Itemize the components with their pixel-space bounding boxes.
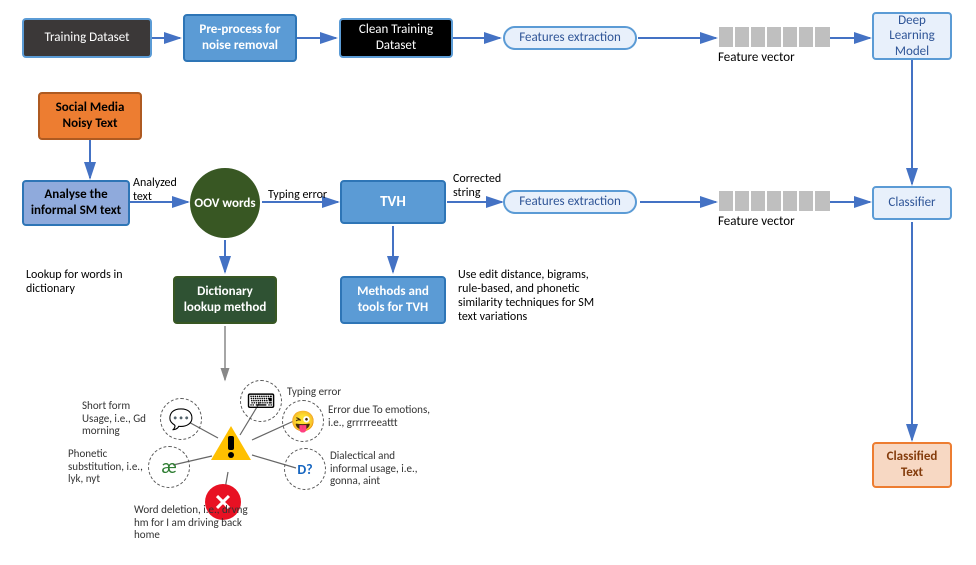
- feature-vector-1: [718, 26, 830, 48]
- clean-training-label: Clean Training Dataset: [347, 22, 445, 53]
- tvh-box: TVH: [340, 180, 446, 224]
- typing-error-edge-label: Typing error: [268, 188, 327, 202]
- features-extraction-2-label: Features extraction: [519, 194, 621, 210]
- preprocess-box: Pre-process for noise removal: [183, 14, 297, 62]
- feature-vector-1-label: Feature vector: [718, 50, 795, 65]
- oov-node: OOV words: [190, 168, 260, 238]
- social-media-text-label: Social Media Noisy Text: [46, 100, 134, 131]
- classified-text-label: Classified Text: [880, 449, 944, 480]
- analyse-label: Analyse the informal SM text: [30, 187, 122, 218]
- classifier-label: Classifier: [888, 195, 935, 211]
- social-media-text-box: Social Media Noisy Text: [38, 92, 142, 140]
- methods-tvh-label: Methods and tools for TVH: [348, 284, 438, 315]
- tvh-label: TVH: [380, 193, 406, 211]
- doc-icon: D?: [297, 461, 312, 478]
- classified-text-box: Classified Text: [872, 442, 952, 488]
- typing-error-label: Typing error: [287, 386, 341, 399]
- dialectical-label: Dialectical and informal usage, i.e., go…: [330, 450, 434, 488]
- short-form-node: 💬: [160, 398, 202, 440]
- chat-icon: 💬: [169, 407, 194, 432]
- dict-lookup-label: Dictionary lookup method: [181, 284, 269, 315]
- training-dataset-box: Training Dataset: [22, 18, 152, 58]
- clean-training-box: Clean Training Dataset: [339, 18, 453, 58]
- short-form-label: Short form Usage, i.e., Gd morning: [82, 400, 160, 438]
- feature-vector-2-label: Feature vector: [718, 214, 795, 229]
- phonetic-label: Phonetic substitution, i.e., lyk, nyt: [68, 448, 150, 486]
- typing-error-node: ⌨: [240, 380, 282, 422]
- features-extraction-1-label: Features extraction: [519, 30, 621, 46]
- classifier-box: Classifier: [872, 186, 952, 220]
- tvh-caption: Use edit distance, bigrams, rule-based, …: [458, 268, 604, 324]
- features-extraction-1-box: Features extraction: [503, 26, 637, 50]
- word-deletion-label: Word deletion, i.e., drvng hm for I am d…: [134, 504, 254, 542]
- deep-learning-box: Deep Learning Model: [872, 12, 952, 60]
- training-dataset-label: Training Dataset: [44, 30, 129, 46]
- dict-lookup-box: Dictionary lookup method: [173, 276, 277, 324]
- feature-vector-2: [718, 190, 830, 212]
- ae-icon: æ: [161, 455, 176, 479]
- emotions-node: 😜: [282, 400, 324, 442]
- analyzed-text-label: Analyzed text: [133, 176, 191, 204]
- phonetic-node: æ: [148, 446, 190, 488]
- preprocess-label: Pre-process for noise removal: [191, 22, 289, 53]
- tongue-icon: 😜: [291, 409, 316, 434]
- dialectical-node: D?: [284, 448, 326, 490]
- lookup-caption: Lookup for words in dictionary: [26, 268, 146, 296]
- emotions-label: Error due To emotions, i.e., grrrrreeatt…: [328, 404, 438, 429]
- analyse-box: Analyse the informal SM text: [22, 180, 130, 226]
- keyboard-icon: ⌨: [247, 389, 276, 414]
- methods-tvh-box: Methods and tools for TVH: [340, 276, 446, 324]
- deep-learning-label: Deep Learning Model: [880, 13, 944, 60]
- oov-label: OOV words: [194, 196, 255, 211]
- features-extraction-2-box: Features extraction: [503, 190, 637, 214]
